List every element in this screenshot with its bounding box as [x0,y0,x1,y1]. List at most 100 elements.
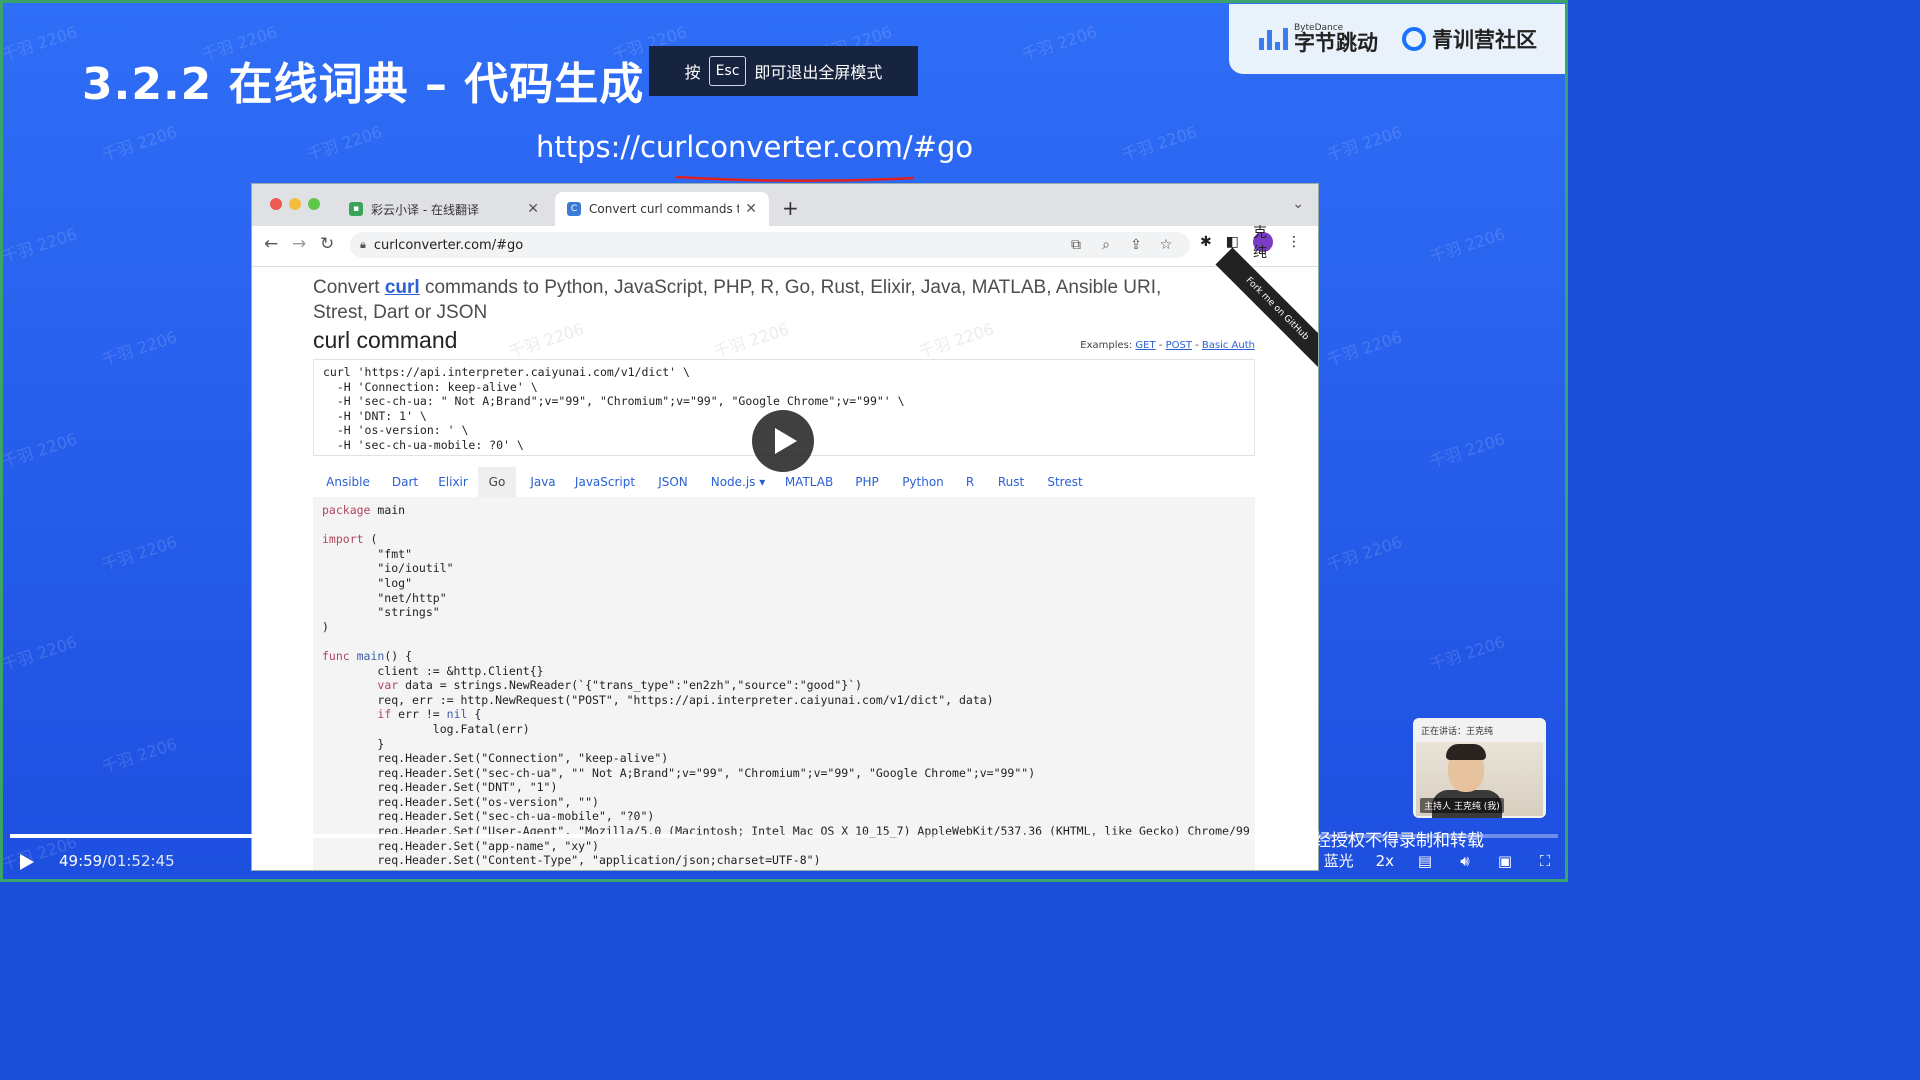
bytedance-big-text: 字节跳动 [1294,31,1378,55]
translate-icon[interactable]: ⧉ [1066,237,1086,253]
generated-code-output[interactable]: package main import ( "fmt" "io/ioutil" … [313,497,1255,870]
red-underline-annotation [675,175,915,183]
quality-selector[interactable]: 蓝光 [1324,850,1354,871]
speaker-hair [1446,744,1486,760]
slide-title: 3.2.2 在线词典 – 代码生成 [82,59,645,110]
watermark: 千羽 2206 [99,327,180,370]
code-line: package main [322,503,1246,518]
code-func-name: main [349,648,385,663]
reload-icon[interactable]: ↻ [320,234,334,254]
close-window-button[interactable] [270,198,282,210]
copyright-notice: 经授权不得录制和转载 [1314,831,1484,851]
video-controls: 经授权不得录制和转载 49:59/01:52:45 蓝光 2x ▤ 🔊︎ ▣ ⛶ [0,831,1568,882]
bookmark-star-icon[interactable]: ☆ [1156,237,1176,253]
browser-tab-bar: ▪ 彩云小译 - 在线翻译 ✕ C Convert curl commands … [252,184,1318,226]
tab-curlconverter[interactable]: C Convert curl commands to cod ✕ [555,192,769,226]
play-button[interactable] [20,854,34,870]
code-line: "io/ioutil" [322,561,454,576]
new-tab-button[interactable]: + [782,196,799,220]
example-get-link[interactable]: GET [1135,340,1155,351]
tab-strest[interactable]: Strest [1039,467,1091,497]
close-tab-icon[interactable]: ✕ [527,201,539,217]
tab-javascript[interactable]: JavaScript [569,467,641,497]
heading-rest: commands to Python, JavaScript, PHP, R, … [313,277,1162,323]
tab-title: Convert curl commands to cod [589,202,740,216]
tab-nodejs[interactable]: Node.js ▾ [705,467,771,497]
watermark: 千羽 2206 [0,429,80,472]
code-keyword: import [322,532,364,547]
code-nil: nil [446,707,468,722]
slide-url: https://curlconverter.com/#go [536,130,974,164]
watermark: 千羽 2206 [1019,22,1100,65]
examples-label: Examples: [1080,340,1133,351]
code-line: req.Header.Set("sec-ch-ua-mobile", "?0") [322,809,655,824]
code-line-blank [322,634,1246,649]
maximize-window-button[interactable] [308,198,320,210]
curl-link[interactable]: curl [385,277,420,298]
code-line: client := &http.Client{} [322,663,544,678]
browser-menu-icon[interactable]: ⋮ [1287,234,1301,250]
code-line: var data = strings.NewReader(`{"trans_ty… [322,678,1246,693]
volume-icon[interactable]: 🔊︎ [1456,852,1474,870]
examples-links: Examples: GET - POST - Basic Auth [1080,340,1255,351]
example-basic-auth-link[interactable]: Basic Auth [1202,340,1255,351]
tab-php[interactable]: PHP [847,467,887,497]
fullscreen-icon[interactable]: ⛶ [1536,852,1554,870]
code-line: ) [322,619,329,634]
community-logo: 青训营社区 [1402,24,1537,54]
code-line: if err != nil { [322,707,1246,722]
zoom-icon[interactable]: ⌕ [1096,237,1116,253]
tab-rust[interactable]: Rust [989,467,1033,497]
tab-ansible[interactable]: Ansible [321,467,375,497]
code-line: "strings" [322,605,440,620]
esc-hint-suffix: 即可退出全屏模式 [754,63,883,82]
speaking-label: 正在讲话：王克纯 [1421,727,1494,737]
code-line: req.Header.Set("sec-ch-ua", "" Not A;Bra… [322,765,1036,780]
code-line: req, err := http.NewRequest("POST", "htt… [322,692,994,707]
forward-arrow-icon[interactable]: → [292,234,306,254]
tab-java[interactable]: Java [523,467,563,497]
tab-search-chevron-icon[interactable]: ⌄ [1292,196,1304,212]
tab-dart[interactable]: Dart [385,467,425,497]
lock-icon: 🔒︎ [360,238,366,251]
tab-r[interactable]: R [958,467,982,497]
minimize-window-button[interactable] [289,198,301,210]
watermark: 千羽 2206 [304,122,385,165]
page-heading: Convert curl commands to Python, JavaScr… [313,275,1173,325]
speed-selector[interactable]: 2x [1376,852,1394,870]
curl-line: curl 'https://api.interpreter.caiyunai.c… [323,365,690,379]
host-badge: 主持人 王克纯 (我) [1420,798,1504,813]
center-play-button[interactable] [752,410,814,472]
speaker-video-card[interactable]: 正在讲话：王克纯 主持人 王克纯 (我) [1413,718,1546,818]
esc-key: Esc [708,56,747,86]
current-time: 49:59 [59,852,103,870]
tab-go[interactable]: Go [478,467,516,497]
tab-elixir[interactable]: Elixir [433,467,473,497]
watermark: 千羽 2206 [1324,122,1405,165]
code-line: log.Fatal(err) [322,721,530,736]
esc-hint-prefix: 按 [684,63,701,82]
code-keyword: package [322,503,371,517]
watermark: 千羽 2206 [99,122,180,165]
address-bar[interactable]: 🔒︎ curlconverter.com/#go ⧉ ⌕ ⇪ ☆ [350,232,1190,258]
code-line-blank [322,518,1246,533]
tab-caiyun[interactable]: ▪ 彩云小译 - 在线翻译 ✕ [337,192,551,226]
tab-python[interactable]: Python [895,467,951,497]
picture-in-picture-icon[interactable]: ▣ [1496,852,1514,870]
play-icon [774,428,797,454]
watermark: 千羽 2206 [99,734,180,777]
address-text: curlconverter.com/#go [373,237,524,253]
community-text: 青训营社区 [1432,28,1537,52]
profile-avatar[interactable]: 克纯 [1252,225,1273,261]
close-tab-icon[interactable]: ✕ [745,201,757,217]
share-icon[interactable]: ⇪ [1126,237,1146,253]
tab-json[interactable]: JSON [649,467,697,497]
back-arrow-icon[interactable]: ← [264,234,278,254]
subtitles-icon[interactable]: ▤ [1416,852,1434,870]
extensions-puzzle-icon[interactable]: ✱ [1200,234,1212,250]
watermark: 千羽 2206 [1427,224,1508,267]
code-keyword: var [377,678,399,693]
code-keyword: if [377,707,392,722]
code-text: () { [384,648,413,663]
example-post-link[interactable]: POST [1166,340,1192,351]
